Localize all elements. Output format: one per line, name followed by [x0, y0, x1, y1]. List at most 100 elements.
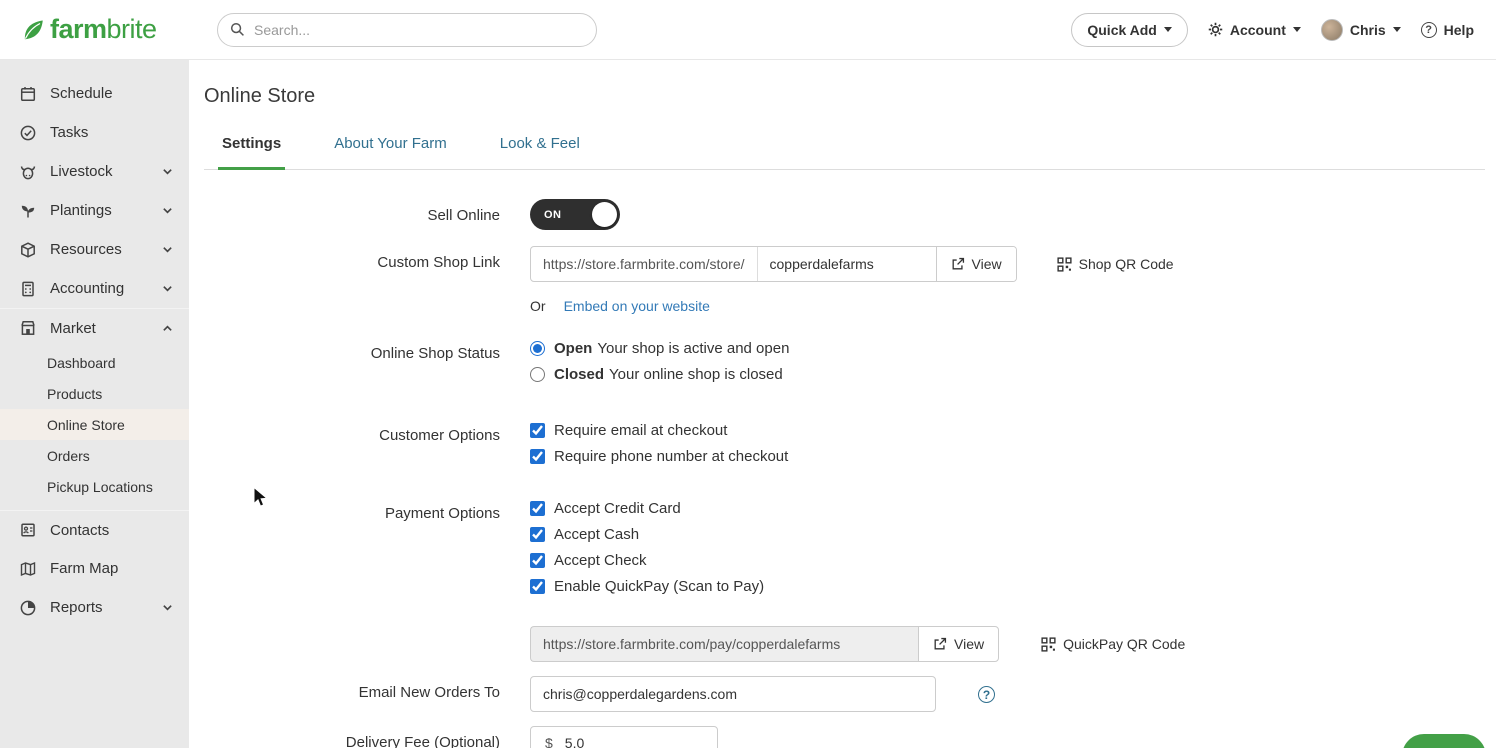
quickpay-view-button[interactable]: View — [918, 626, 1000, 662]
shop-status-closed-option[interactable]: Closed Your online shop is closed — [530, 366, 789, 383]
box-icon — [20, 241, 40, 258]
checkbox-label: Accept Credit Card — [554, 500, 681, 517]
checkbox-label: Accept Cash — [554, 526, 640, 543]
accept-check-checkbox[interactable] — [530, 553, 545, 568]
toggle-knob — [592, 202, 617, 227]
subitem-label: Pickup Locations — [47, 478, 153, 495]
sidebar-subitem-dashboard[interactable]: Dashboard — [0, 347, 189, 378]
quickpay-qr-code-link[interactable]: QuickPay QR Code — [1041, 636, 1185, 652]
shop-view-button[interactable]: View — [935, 247, 1016, 281]
sidebar-item-schedule[interactable]: Schedule — [0, 74, 189, 113]
shop-status-open-option[interactable]: Open Your shop is active and open — [530, 340, 789, 357]
sidebar-item-resources[interactable]: Resources — [0, 230, 189, 269]
sidebar-item-plantings[interactable]: Plantings — [0, 191, 189, 230]
qr-code-icon — [1057, 256, 1072, 272]
shop-qr-label: Shop QR Code — [1078, 256, 1174, 272]
user-name: Chris — [1349, 21, 1386, 38]
accept-credit-card-option[interactable]: Accept Credit Card — [530, 500, 764, 517]
contacts-icon — [20, 522, 40, 538]
save-button[interactable] — [1402, 734, 1486, 748]
currency-symbol: $ — [545, 735, 553, 748]
gear-icon — [1208, 22, 1223, 37]
sidebar-item-market[interactable]: Market — [0, 308, 189, 347]
sidebar-item-label: Farm Map — [50, 560, 119, 577]
chevron-down-icon — [162, 602, 173, 613]
external-link-icon — [933, 637, 947, 651]
farmbrite-logo[interactable]: farmbrite — [0, 14, 189, 45]
custom-shop-link-group: https://store.farmbrite.com/store/ View — [530, 246, 1017, 282]
delivery-fee-input[interactable] — [564, 735, 665, 748]
help-label: Help — [1443, 21, 1474, 38]
accept-credit-card-checkbox[interactable] — [530, 501, 545, 516]
sidebar-subitem-orders[interactable]: Orders — [0, 440, 189, 471]
accept-check-option[interactable]: Accept Check — [530, 552, 764, 569]
sidebar-item-livestock[interactable]: Livestock — [0, 152, 189, 191]
account-menu[interactable]: Account — [1208, 22, 1301, 38]
accept-cash-option[interactable]: Accept Cash — [530, 526, 764, 543]
shop-qr-code-link[interactable]: Shop QR Code — [1057, 256, 1174, 272]
tab-look-and-feel[interactable]: Look & Feel — [496, 135, 584, 169]
enable-quickpay-checkbox[interactable] — [530, 579, 545, 594]
chevron-down-icon — [162, 244, 173, 255]
sidebar-item-label: Market — [50, 319, 96, 337]
closed-radio[interactable] — [530, 367, 545, 382]
checkbox-label: Require phone number at checkout — [554, 448, 789, 465]
sidebar-item-reports[interactable]: Reports — [0, 588, 189, 627]
delivery-fee-label: Delivery Fee (Optional) — [345, 734, 500, 748]
chevron-down-icon — [162, 205, 173, 216]
avatar — [1320, 18, 1343, 41]
sidebar-subitem-pickup-locations[interactable]: Pickup Locations — [0, 471, 189, 502]
main-content: Online Store Settings About Your Farm Lo… — [189, 60, 1496, 748]
require-email-option[interactable]: Require email at checkout — [530, 422, 788, 439]
checkbox-label: Enable QuickPay (Scan to Pay) — [554, 578, 765, 595]
open-option-desc: Your shop is active and open — [597, 340, 790, 357]
calendar-icon — [20, 86, 40, 102]
sidebar-subitem-products[interactable]: Products — [0, 378, 189, 409]
sidebar-item-contacts[interactable]: Contacts — [0, 510, 189, 549]
help-menu[interactable]: Help — [1420, 21, 1474, 38]
payment-options-label: Payment Options — [384, 505, 500, 522]
leaf-icon — [20, 17, 46, 43]
accept-cash-checkbox[interactable] — [530, 527, 545, 542]
closed-option-name: Closed — [554, 366, 605, 383]
sidebar-subitem-online-store[interactable]: Online Store — [0, 409, 189, 440]
search-input[interactable] — [217, 12, 597, 47]
tab-about-your-farm[interactable]: About Your Farm — [330, 135, 451, 169]
chevron-down-icon — [162, 166, 173, 177]
search-wrap — [217, 12, 597, 47]
seedling-icon — [20, 203, 40, 219]
subitem-label: Orders — [47, 447, 90, 464]
store-settings-form: Sell Online ON Custom Shop Link https://… — [189, 199, 1496, 748]
checkbox-label: Require email at checkout — [554, 422, 728, 439]
shop-status-label: Online Shop Status — [370, 345, 500, 362]
open-radio[interactable] — [530, 341, 545, 356]
email-orders-input[interactable] — [530, 676, 936, 712]
sidebar-item-label: Livestock — [50, 163, 113, 180]
tabs: Settings About Your Farm Look & Feel — [204, 135, 1485, 170]
toggle-on-label: ON — [544, 208, 562, 221]
calculator-icon — [20, 281, 40, 297]
caret-down-icon — [1163, 27, 1172, 32]
view-label: View — [971, 256, 1002, 272]
qr-code-icon — [1041, 636, 1056, 652]
sidebar-item-tasks[interactable]: Tasks — [0, 113, 189, 152]
embed-on-website-link[interactable]: Embed on your website — [564, 298, 710, 314]
sidebar-item-farm-map[interactable]: Farm Map — [0, 549, 189, 588]
user-menu[interactable]: Chris — [1320, 18, 1401, 41]
enable-quickpay-option[interactable]: Enable QuickPay (Scan to Pay) — [530, 578, 764, 595]
help-circle-icon[interactable] — [978, 686, 995, 703]
shop-slug-input[interactable] — [757, 247, 936, 281]
sidebar-item-accounting[interactable]: Accounting — [0, 269, 189, 308]
require-phone-option[interactable]: Require phone number at checkout — [530, 448, 788, 465]
sidebar-item-label: Tasks — [50, 124, 89, 141]
tab-settings[interactable]: Settings — [218, 135, 286, 170]
sell-online-toggle[interactable]: ON — [530, 199, 620, 230]
quick-add-button[interactable]: Quick Add — [1071, 12, 1188, 47]
require-email-checkbox[interactable] — [530, 423, 545, 438]
quickpay-url-input[interactable] — [530, 626, 918, 662]
delivery-fee-group: $ — [530, 726, 718, 748]
sidebar-item-label: Accounting — [50, 280, 125, 297]
require-phone-checkbox[interactable] — [530, 449, 545, 464]
logo-text: farmbrite — [50, 14, 157, 44]
